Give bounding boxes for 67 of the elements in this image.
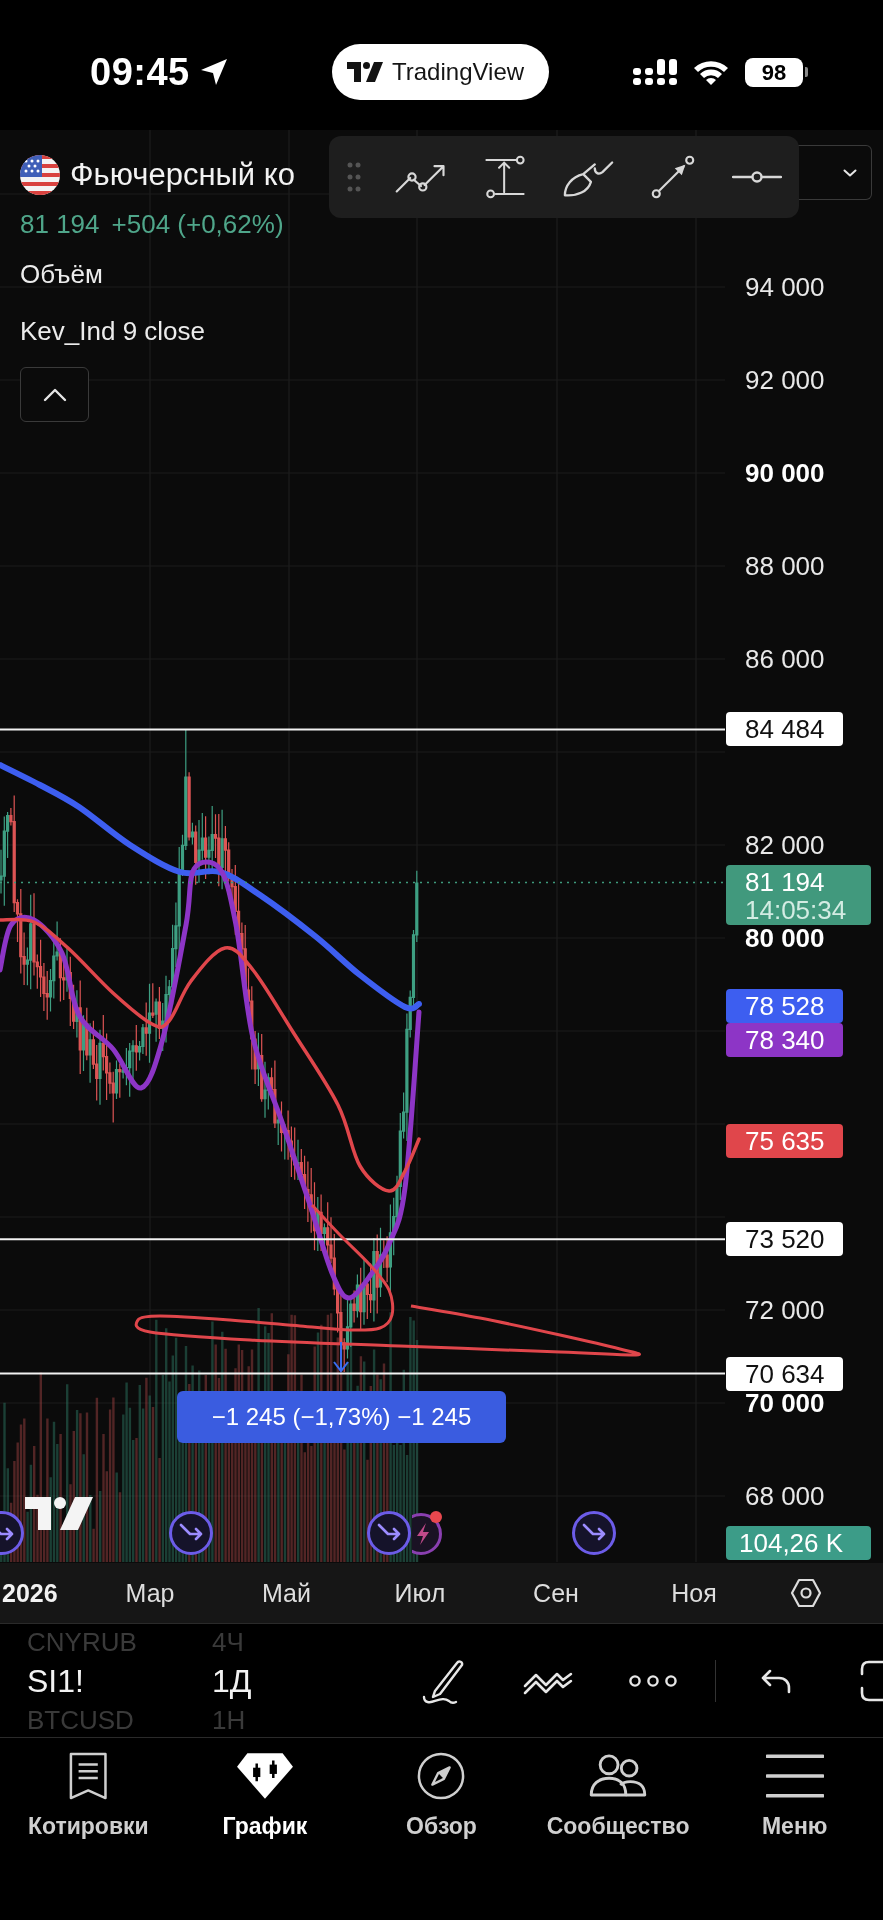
- undo-icon[interactable]: [761, 1667, 791, 1694]
- bookmark-list-icon: [69, 1752, 108, 1800]
- down-arrow: [333, 1341, 349, 1373]
- price-axis-label: 70 000: [745, 1392, 825, 1414]
- time-axis-label: Ноя: [670, 1578, 718, 1608]
- price-axis-label: 94 000: [745, 276, 825, 298]
- time-axis-label: 2026: [1, 1578, 59, 1608]
- indicator-price-label: 78 528: [726, 989, 843, 1024]
- price-axis-label: 90 000: [745, 462, 825, 484]
- tab-bar-item[interactable]: График: [176, 1738, 354, 1842]
- current-price: 81 194: [20, 209, 100, 239]
- level-price-label: 84 484: [726, 712, 843, 747]
- symbol-name[interactable]: Фьючерсный ко: [70, 156, 295, 194]
- more-icon[interactable]: [627, 1673, 678, 1688]
- level-price-label: 73 520: [726, 1222, 843, 1257]
- indicator-price-label: 78 340: [726, 1023, 843, 1058]
- measure-label: −1 245 (−1,73%) −1 245: [177, 1391, 506, 1443]
- horizontal-level-line[interactable]: [0, 1238, 725, 1241]
- horizontal-line-icon[interactable]: [732, 171, 782, 183]
- indicator-legend[interactable]: Kev_Ind 9 close: [20, 316, 205, 346]
- app-name: TradingView: [392, 57, 525, 87]
- time-axis-label: Май: [261, 1578, 312, 1608]
- menu-icon: [765, 1752, 824, 1800]
- price-axis-label: 72 000: [745, 1299, 825, 1321]
- freehand-stroke[interactable]: [136, 1204, 638, 1357]
- app-pill[interactable]: TradingView: [332, 44, 549, 100]
- location-arrow-icon: [199, 58, 228, 86]
- price-axis-label: 88 000: [745, 555, 825, 577]
- symbol-option[interactable]: SI1!: [27, 1661, 212, 1700]
- chevron-down-icon: [843, 168, 857, 177]
- compass-icon: [417, 1752, 466, 1800]
- time-axis-label: Июл: [393, 1578, 447, 1608]
- tab-bar-item[interactable]: Сообщество: [529, 1738, 707, 1842]
- volume-label: 104,26 K: [726, 1526, 871, 1560]
- battery-indicator: 98: [745, 57, 808, 87]
- horizontal-level-line[interactable]: [0, 728, 725, 731]
- arrow-circle-icon[interactable]: [366, 1510, 412, 1556]
- price-axis-label: 82 000: [745, 834, 825, 856]
- tab-bar-item[interactable]: Котировки: [0, 1738, 177, 1842]
- price-axis-label: 68 000: [745, 1485, 825, 1507]
- wifi-icon: [693, 59, 729, 85]
- candles-diamond-icon: [235, 1752, 294, 1800]
- last-price-label: 81 194 14:05:34: [726, 865, 871, 926]
- tab-bar-item[interactable]: Меню: [706, 1738, 883, 1842]
- horizontal-level-line[interactable]: [0, 1372, 725, 1375]
- time-axis-label: Мар: [124, 1578, 176, 1608]
- interval-option[interactable]: 1Д: [212, 1661, 252, 1700]
- clock-time: 09:45: [90, 50, 190, 94]
- arrow-circle-icon[interactable]: [571, 1510, 617, 1556]
- arrow-circle-icon[interactable]: [168, 1510, 214, 1556]
- price-change: +504 (+0,62%): [111, 209, 284, 239]
- price-axis-label: 92 000: [745, 369, 825, 391]
- price-axis-label: 86 000: [745, 648, 825, 670]
- settings-icon[interactable]: [790, 1577, 822, 1609]
- indicator-price-label: 75 635: [726, 1123, 843, 1158]
- tab-bar-item[interactable]: Обзор: [353, 1738, 530, 1842]
- flag-icon: [20, 155, 60, 195]
- fullscreen-icon[interactable]: [860, 1659, 883, 1702]
- logo-icon: [25, 1497, 93, 1530]
- drag-handle-icon[interactable]: [347, 162, 361, 192]
- signal-icon: [633, 58, 677, 86]
- indicator-legend[interactable]: Объём: [20, 259, 103, 289]
- logo-icon: [347, 62, 383, 82]
- price-axis-label: 80 000: [745, 927, 825, 949]
- time-axis-label: Сен: [532, 1578, 580, 1608]
- chevron-up-icon: [42, 387, 67, 402]
- level-price-label: 70 634: [726, 1356, 843, 1391]
